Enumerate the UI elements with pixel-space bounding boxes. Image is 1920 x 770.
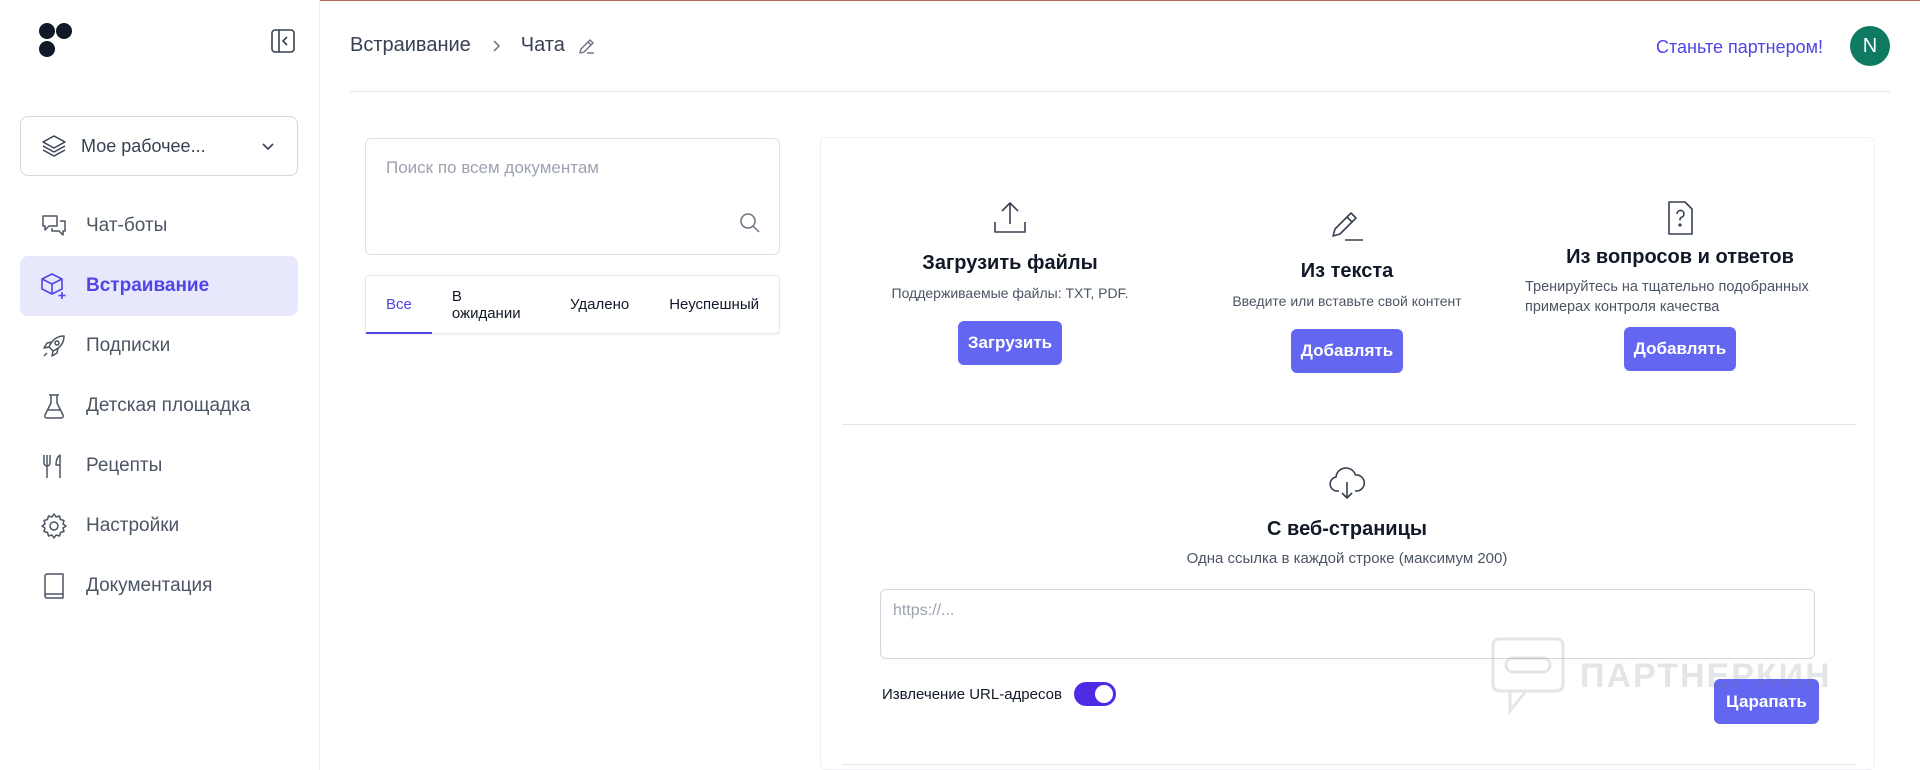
upload-icon [994,202,1026,233]
search-input[interactable] [386,153,746,183]
from-text-title: Из текста [1300,260,1394,282]
sidebar-item-chatbots[interactable]: Чат-боты [20,196,298,256]
extract-urls-label: Извлечение URL-адресов [882,685,1062,703]
sidebar-item-recipes[interactable]: Рецепты [20,436,298,496]
top-header: Встраивание Чата Станьте партнером! N [350,0,1890,92]
sidebar-item-label: Чат-боты [86,215,168,236]
sidebar-item-label: Детская площадка [86,395,251,416]
extract-urls-toggle[interactable] [1073,682,1116,706]
app-logo-icon[interactable] [38,22,78,62]
breadcrumb-current: Чата [520,34,565,56]
chevron-down-icon [262,143,274,151]
fork-knife-icon [43,454,61,478]
upload-subtitle: Поддерживаемые файлы: TXT, PDF. [891,285,1129,301]
from-qa-card: Из вопросов и ответов Тренируйтесь на тщ… [1510,198,1850,371]
sidebar-item-label: Подписки [86,335,171,356]
document-question-icon [1668,201,1693,235]
web-subtitle: Одна ссылка в каждой строке (максимум 20… [1186,550,1508,567]
sidebar-item-embedding[interactable]: Встраивание [20,256,298,316]
extract-urls-row: Извлечение URL-адресов [882,682,1116,706]
from-text-card: Из текста Введите или вставьте свой конт… [1197,206,1497,373]
pencil-icon[interactable] [577,36,597,56]
tab-pending[interactable]: В ожидании [432,276,550,333]
add-text-button[interactable]: Добавлять [1290,329,1404,373]
sidebar-item-documentation[interactable]: Документация [20,556,298,616]
collapse-sidebar-icon[interactable] [270,28,296,54]
sidebar-item-playground[interactable]: Детская площадка [20,376,298,436]
layers-icon [42,135,66,157]
sidebar-item-label: Рецепты [86,455,163,476]
tab-all[interactable]: Все [366,276,432,334]
from-qa-subtitle: Тренируйтесь на тщательно подобранных пр… [1525,279,1809,315]
toggle-knob [1094,685,1113,703]
section-divider [842,424,1856,425]
sidebar-nav: Чат-боты Встраивание Подписки Детская пл… [20,196,298,616]
bottom-divider [842,764,1856,765]
cloud-download-icon [1329,467,1366,499]
upload-title: Загрузить файлы [922,252,1098,274]
url-input-box [880,589,1815,659]
from-qa-title: Из вопросов и ответов [1566,246,1794,268]
document-status-tabs: Все В ожидании Удалено Неуспешный [365,275,780,334]
sidebar-item-settings[interactable]: Настройки [20,496,298,556]
avatar[interactable]: N [1850,26,1890,66]
sidebar-item-label: Документация [86,575,213,596]
web-title: С веб-страницы [1267,518,1427,540]
add-qa-button[interactable]: Добавлять [1623,327,1737,371]
workspace-label: Мое рабочее... [81,135,206,156]
flask-icon [43,394,65,419]
pencil-icon [1332,212,1363,241]
book-icon [44,573,64,599]
web-page-card: С веб-страницы Одна ссылка в каждой стро… [1147,464,1547,569]
gear-icon [41,513,67,539]
upload-files-card: Загрузить файлы Поддерживаемые файлы: TX… [860,198,1160,365]
scrape-button[interactable]: Царапать [1714,679,1819,724]
chat-bubbles-icon [42,215,66,236]
breadcrumb-root[interactable]: Встраивание [350,34,471,57]
tab-deleted[interactable]: Удалено [550,276,649,333]
cube-plus-icon [41,273,66,299]
sidebar: Мое рабочее... Чат-боты Встраивание Подп… [0,0,320,770]
sidebar-item-subscriptions[interactable]: Подписки [20,316,298,376]
breadcrumb: Встраивание Чата [350,34,597,57]
workspace-selector[interactable]: Мое рабочее... [20,116,298,176]
chevron-right-icon [493,39,500,52]
sidebar-item-label: Настройки [86,515,180,536]
rocket-icon [43,335,65,357]
upload-button[interactable]: Загрузить [957,321,1063,365]
sidebar-item-label: Встраивание [86,275,210,296]
become-partner-link[interactable]: Станьте партнером! [1656,37,1823,58]
url-textarea[interactable] [893,602,1793,646]
search-icon[interactable] [738,211,762,235]
from-text-subtitle: Введите или вставьте свой контент [1232,293,1462,309]
search-box [365,138,780,255]
tab-failed[interactable]: Неуспешный [649,276,779,333]
